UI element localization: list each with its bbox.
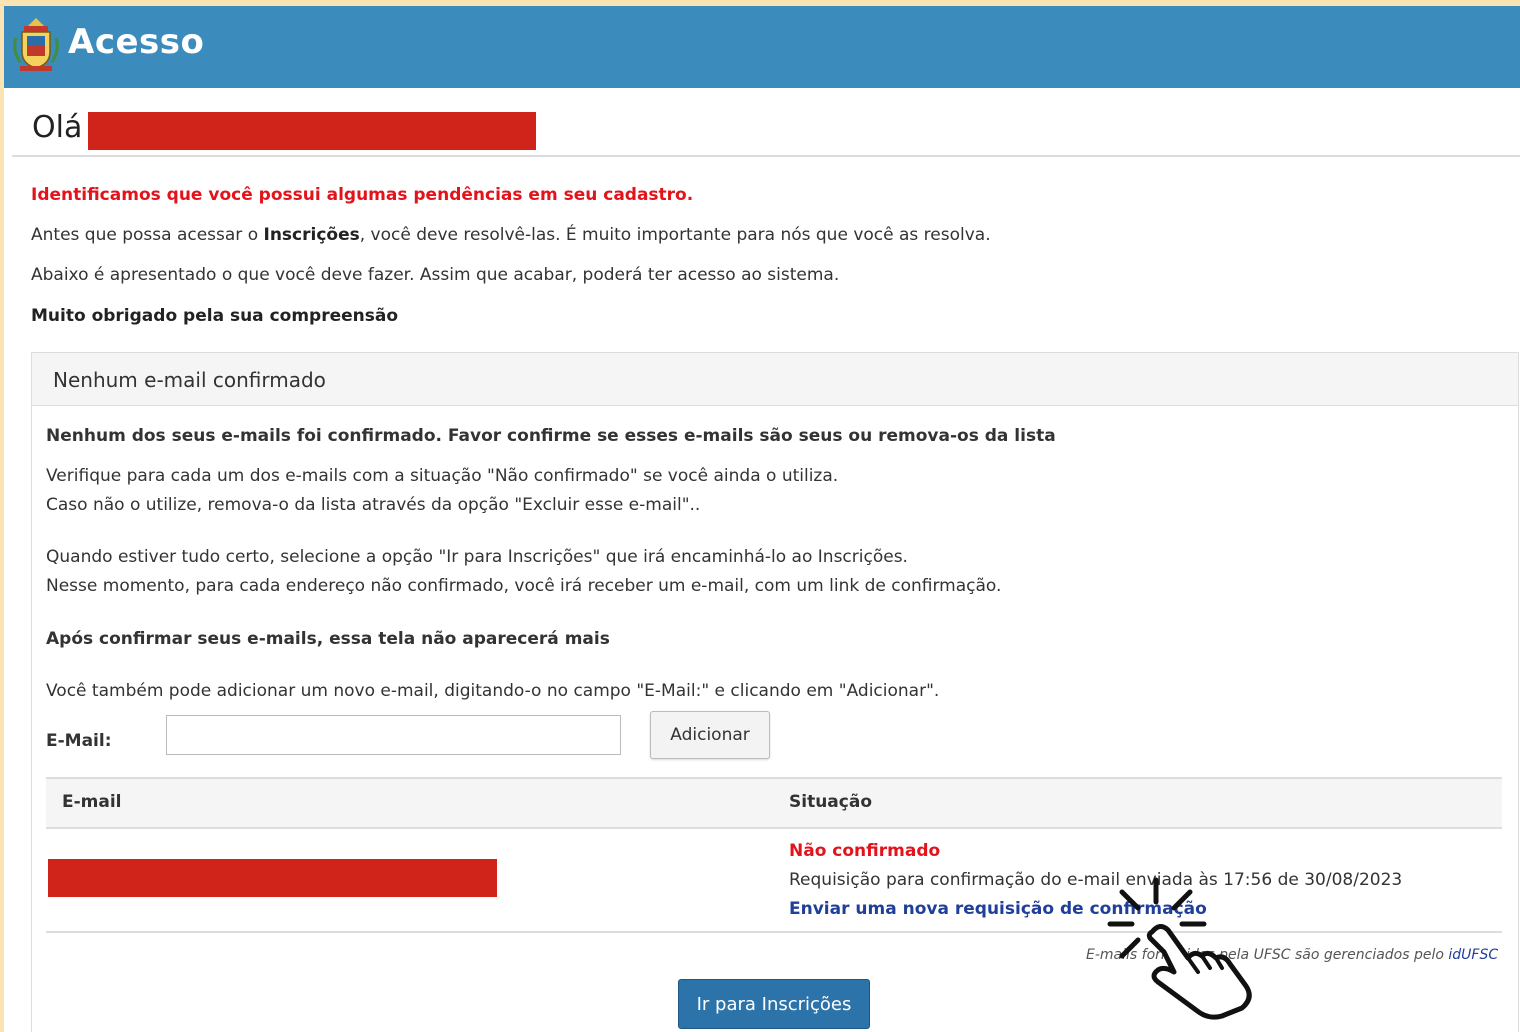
ufsc-coat-of-arms-icon <box>13 16 59 72</box>
panel-text-3: Quando estiver tudo certo, selecione a o… <box>46 547 908 567</box>
column-status: Situação <box>789 792 872 812</box>
pointing-hand-icon <box>1107 877 1252 1020</box>
email-field-label: E-Mail: <box>46 731 112 751</box>
table-header: E-mail Situação <box>46 777 1502 829</box>
email-field[interactable] <box>166 715 621 755</box>
app-title: Acesso <box>68 22 205 62</box>
divider <box>12 155 1520 157</box>
panel-header: Nenhum e-mail confirmado <box>32 353 1518 406</box>
row-divider <box>46 931 1502 933</box>
redacted-email <box>48 859 497 897</box>
after-confirm-text: Após confirmar seus e-mails, essa tela n… <box>46 629 610 649</box>
request-info: Requisição para confirmação do e-mail en… <box>789 870 1403 890</box>
page-frame: Acesso Olá Identificamos que você possui… <box>4 6 1520 1032</box>
column-email: E-mail <box>62 792 122 812</box>
add-email-button[interactable]: Adicionar <box>650 711 770 759</box>
pending-alert: Identificamos que você possui algumas pe… <box>31 185 694 205</box>
add-email-hint: Você também pode adicionar um novo e-mai… <box>46 681 940 701</box>
status-badge: Não confirmado <box>789 841 941 861</box>
email-panel: Nenhum e-mail confirmado Nenhum dos seus… <box>31 352 1519 1032</box>
notice-line-2: Abaixo é apresentado o que você deve faz… <box>31 265 840 285</box>
panel-title: Nenhum e-mail confirmado <box>53 368 326 392</box>
panel-text-1: Verifique para cada um dos e-mails com a… <box>46 466 839 486</box>
notice-line-1-bold: Inscrições <box>263 225 360 245</box>
panel-text-2: Caso não o utilize, remova-o da lista at… <box>46 495 701 515</box>
notice-line-1: Antes que possa acessar o Inscrições, vo… <box>31 225 991 245</box>
notice-line-1-suffix: , você deve resolvê-las. É muito importa… <box>359 225 991 245</box>
notice-line-1-prefix: Antes que possa acessar o <box>31 225 264 245</box>
idufsc-link[interactable]: idUFSC <box>1448 947 1498 963</box>
app-header: Acesso <box>4 6 1520 88</box>
go-to-inscricoes-button[interactable]: Ir para Inscrições <box>678 979 870 1029</box>
thanks-text: Muito obrigado pela sua compreensão <box>31 306 399 326</box>
redacted-user-name <box>88 112 536 150</box>
panel-heading: Nenhum dos seus e-mails foi confirmado. … <box>46 426 1056 446</box>
panel-text-4: Nesse momento, para cada endereço não co… <box>46 576 1002 596</box>
greeting: Olá <box>32 110 83 145</box>
